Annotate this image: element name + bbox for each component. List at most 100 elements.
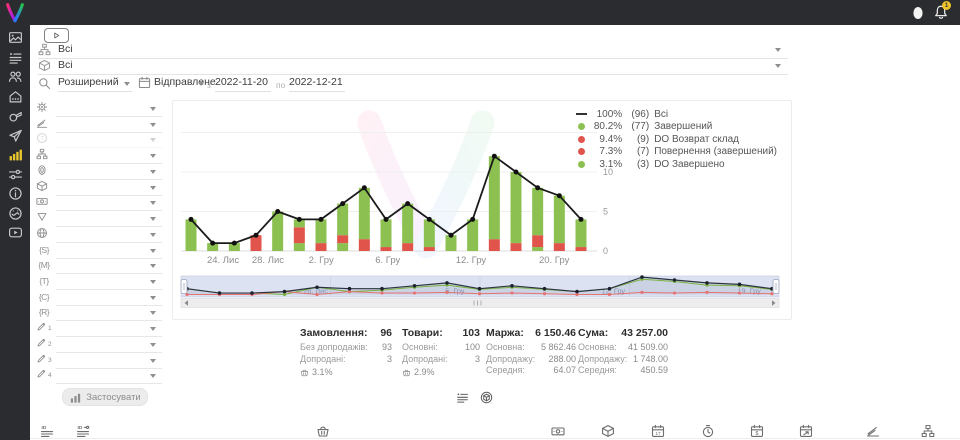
date-to-label: по [276, 80, 285, 90]
filter-dropdown-12[interactable]: {T} [56, 274, 162, 290]
legend-count: (9) [622, 134, 649, 145]
dashboard-card-icon[interactable] [0, 28, 30, 48]
toolbar-calendar-17-icon[interactable]: 17 [651, 424, 665, 438]
play-tour-button[interactable] [44, 28, 69, 43]
svg-text:5: 5 [603, 207, 608, 217]
fingerprint-icon [36, 164, 52, 176]
legend-item-1[interactable]: 100% (96) Всі [573, 108, 777, 121]
announce-plane-icon[interactable] [0, 126, 30, 146]
date-from-field[interactable]: 2022-11-20 [215, 76, 271, 92]
chevron-down-icon [150, 154, 156, 158]
toolbar-sitemap-icon[interactable] [921, 424, 935, 438]
legend-item-3[interactable]: 9.4% (9) DO Возврат склад [573, 133, 777, 146]
filter-dropdown-2[interactable] [56, 117, 162, 133]
product-filter-dropdown[interactable]: Всі [38, 58, 788, 75]
company-icon[interactable] [0, 87, 30, 107]
support-icon[interactable] [0, 204, 30, 224]
navigator-handle[interactable] [773, 280, 779, 294]
toolbar-id-list-icon[interactable]: ID [40, 424, 54, 438]
topbar: 1 [30, 0, 960, 25]
filter-dropdown-15[interactable]: 1 [56, 321, 162, 337]
app-logo-icon[interactable] [4, 2, 26, 24]
svg-text:28. Лис: 28. Лис [252, 255, 284, 266]
search-mode-dropdown[interactable]: Розширений [58, 76, 132, 92]
date-to-field[interactable]: 2022-12-21 [289, 76, 345, 92]
navigator-scrollbar[interactable] [181, 299, 779, 308]
banknote-icon [36, 195, 52, 207]
date-type-dropdown[interactable]: Відправлене [154, 76, 198, 91]
stat-sub-label: Без допродажів: [300, 342, 368, 354]
stat-column-1: Замовлення:96Без допродажів:93Допродані:… [300, 327, 392, 377]
settings-sliders-icon[interactable] [0, 165, 30, 185]
chart-navigator[interactable]: 28. Лис5. Гру12. Гру19. Гру [177, 275, 787, 309]
chart-legend: 100% (96) Всі 80.2% (77) Завершений 9.4%… [573, 108, 777, 171]
pencil-1-icon: 1 [36, 321, 52, 332]
filter-dropdown-3[interactable]: ? [56, 132, 162, 148]
chevron-down-icon [198, 82, 204, 86]
legend-item-2[interactable]: 80.2% (77) Завершений [573, 121, 777, 134]
filter-dropdown-6[interactable] [56, 180, 162, 196]
legend-item-5[interactable]: 3.1% (3) DO Завершено [573, 158, 777, 171]
clients-icon[interactable] [0, 67, 30, 87]
stat-sub-value: 41 509.00 [628, 342, 668, 354]
legend-swatch-icon [573, 113, 589, 115]
analytics-dashboard: 1 Всі Всі Розширений Відправлене з 2022-… [0, 0, 960, 440]
sidebar [0, 0, 30, 440]
status-filter-dropdown[interactable]: Всі [38, 42, 788, 59]
legend-item-4[interactable]: 7.3% (7) Повернення (завершений) [573, 146, 777, 159]
legend-label: Завершений [654, 121, 712, 132]
filter-dropdown-18[interactable]: 4 [56, 368, 162, 384]
product-view-icon[interactable] [480, 391, 493, 404]
chevron-down-icon [775, 48, 781, 52]
video-tutorials-icon[interactable] [0, 223, 30, 243]
filter-dropdown-1[interactable] [56, 101, 162, 117]
filter-dropdown-17[interactable]: 3 [56, 353, 162, 369]
info-icon[interactable] [0, 184, 30, 204]
stat-percent: 2.9% [414, 367, 435, 377]
filter-dropdown-8[interactable] [56, 211, 162, 227]
apply-button[interactable]: Застосувати [62, 388, 148, 406]
chevron-down-icon [150, 201, 156, 205]
promo-whistle-icon[interactable] [0, 106, 30, 126]
legend-swatch-icon [573, 123, 589, 130]
chevron-down-icon [150, 249, 156, 253]
svg-text:ID: ID [78, 425, 83, 431]
legend-label: Всі [654, 109, 668, 120]
toolbar-calendar-export-icon[interactable] [799, 424, 813, 438]
filter-dropdown-16[interactable]: 2 [56, 337, 162, 353]
list-view-icon[interactable] [456, 391, 469, 404]
stat-sub-label: Середня: [578, 365, 617, 377]
toolbar-basket-icon[interactable] [316, 424, 330, 438]
orders-list-icon[interactable] [0, 48, 30, 68]
legend-swatch-icon [573, 161, 589, 168]
stat-sub-label: Основна: [578, 342, 617, 354]
filter-dropdown-4[interactable] [56, 148, 162, 164]
analytics-chart-icon[interactable] [0, 145, 30, 165]
svg-text:2. Гру: 2. Гру [309, 255, 334, 266]
filter-dropdown-5[interactable] [56, 164, 162, 180]
chevron-down-icon [150, 107, 156, 111]
filter-dropdown-7[interactable] [56, 195, 162, 211]
funnel-icon [36, 211, 52, 223]
svg-text:24. Лис: 24. Лис [207, 255, 239, 266]
filter-dropdown-11[interactable]: {M} [56, 258, 162, 274]
filter-dropdown-9[interactable] [56, 227, 162, 243]
filter-dropdown-10[interactable]: {S} [56, 243, 162, 259]
toolbar-margin-slope-icon[interactable] [866, 424, 880, 438]
toolbar-id-link-icon[interactable]: ID [76, 424, 90, 438]
navigator-handle[interactable] [181, 280, 187, 294]
filter-dropdown-14[interactable]: {R} [56, 305, 162, 321]
toolbar-banknote-icon[interactable] [551, 424, 565, 438]
notification-badge: 1 [942, 1, 951, 10]
product-filter-value: Всі [58, 59, 73, 71]
toolbar-clock-icon[interactable] [701, 424, 715, 438]
filter-dropdown-13[interactable]: {C} [56, 290, 162, 306]
toolbar-calendar-money-icon[interactable]: $ [750, 424, 764, 438]
assistant-egg-icon[interactable] [912, 5, 924, 20]
legend-label: Повернення (завершений) [654, 146, 777, 157]
toolbar-package-icon[interactable] [601, 424, 615, 438]
chevron-down-icon [150, 359, 156, 363]
legend-label: DO Завершено [654, 159, 724, 170]
package-icon [36, 180, 52, 192]
chevron-down-icon [150, 186, 156, 190]
